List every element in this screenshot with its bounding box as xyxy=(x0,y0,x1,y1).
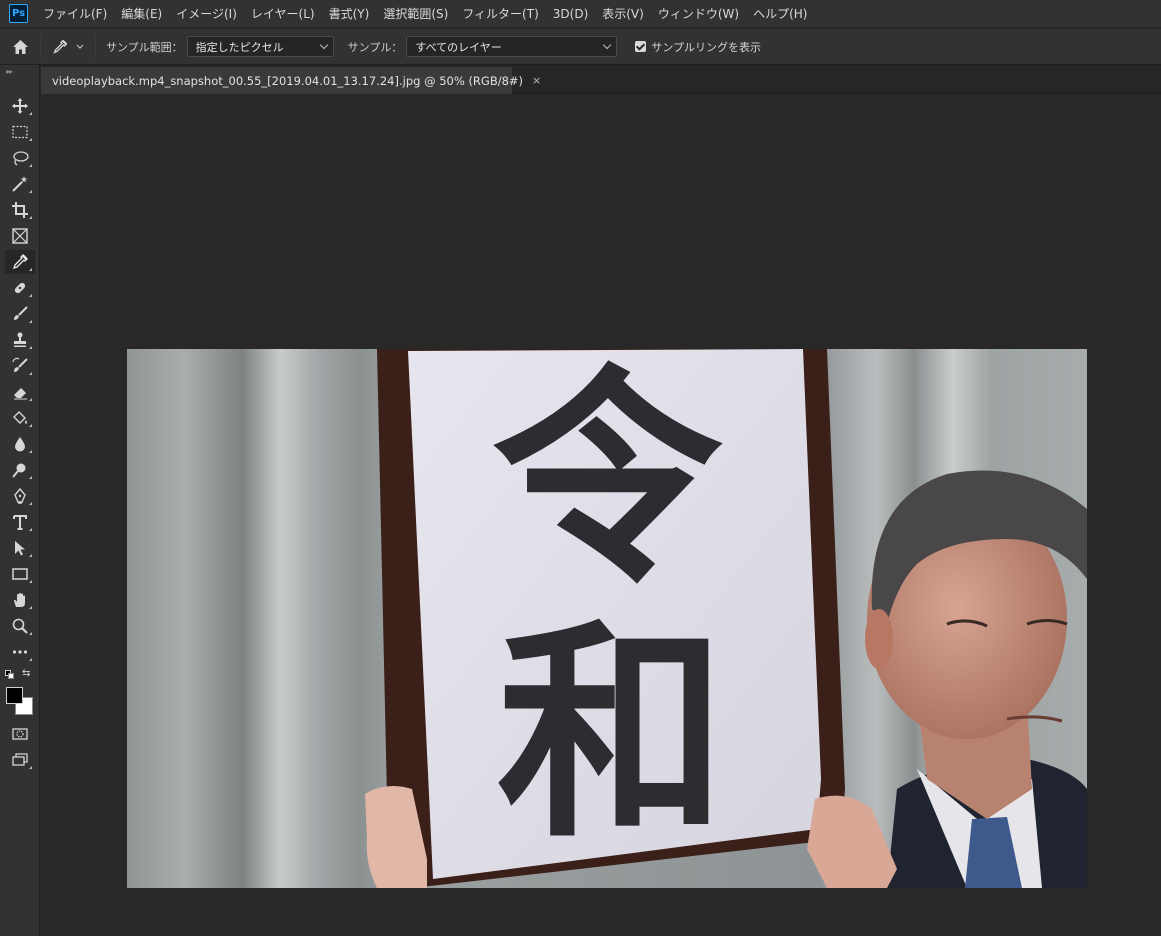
healing-brush-tool-icon[interactable] xyxy=(5,276,35,300)
home-button[interactable] xyxy=(0,29,40,64)
foreground-color-swatch[interactable] xyxy=(6,687,23,704)
document-image[interactable]: 令 和 xyxy=(127,349,1087,888)
menu-select[interactable]: 選択範囲(S) xyxy=(376,0,455,28)
lasso-tool-icon[interactable] xyxy=(5,146,35,170)
eraser-tool-icon[interactable] xyxy=(5,380,35,404)
chevron-down-icon xyxy=(76,44,84,49)
tools-panel: ▸▸ ⇆ xyxy=(0,65,40,936)
options-separator xyxy=(95,34,96,59)
history-brush-tool-icon[interactable] xyxy=(5,354,35,378)
chevron-down-icon xyxy=(319,40,328,50)
type-tool-icon[interactable] xyxy=(5,510,35,534)
photoshop-logo: Ps xyxy=(9,4,28,23)
swap-colors-icon[interactable]: ⇆ xyxy=(22,668,30,679)
eyedropper-tool-icon[interactable] xyxy=(5,250,35,274)
chevron-down-icon xyxy=(603,40,612,50)
frame-tool-icon[interactable] xyxy=(5,224,35,248)
crop-tool-icon[interactable] xyxy=(5,198,35,222)
zoom-tool-icon[interactable] xyxy=(5,614,35,638)
sample-value: すべてのレイヤー xyxy=(415,40,502,54)
document-tab[interactable]: videoplayback.mp4_snapshot_00.55_[2019.0… xyxy=(41,67,541,94)
panel-grip-icon[interactable]: ▸▸ xyxy=(6,67,13,76)
sample-size-value: 指定したピクセル xyxy=(195,40,284,54)
hand-tool-icon[interactable] xyxy=(5,588,35,612)
blur-tool-icon[interactable] xyxy=(5,432,35,456)
show-sampling-ring-checkbox[interactable] xyxy=(635,41,647,52)
rectangle-tool-icon[interactable] xyxy=(5,562,35,586)
more-tools-icon[interactable] xyxy=(5,640,35,664)
default-colors-icon[interactable] xyxy=(5,670,15,680)
dodge-tool-icon[interactable] xyxy=(5,458,35,482)
paint-bucket-tool-icon[interactable] xyxy=(5,406,35,430)
show-sampling-ring-label: サンプルリングを表示 xyxy=(651,40,762,54)
sample-size-select[interactable]: 指定したピクセル xyxy=(186,36,334,57)
kanji-rei-text: 令 xyxy=(492,349,723,614)
menu-bar: Ps ファイル(F) 編集(E) イメージ(I) レイヤー(L) 書式(Y) 選… xyxy=(0,0,1161,28)
sample-label: サンプル： xyxy=(347,40,403,54)
document-tab-bar: videoplayback.mp4_snapshot_00.55_[2019.0… xyxy=(40,65,1161,94)
menu-file[interactable]: ファイル(F) xyxy=(36,0,114,28)
menu-filter[interactable]: フィルター(T) xyxy=(455,0,545,28)
kanji-wa-text: 和 xyxy=(497,599,727,869)
options-bar: サンプル範囲： 指定したピクセル サンプル： すべてのレイヤー サンプルリングを… xyxy=(0,28,1161,65)
sample-select[interactable]: すべてのレイヤー xyxy=(406,36,618,57)
pen-tool-icon[interactable] xyxy=(5,484,35,508)
home-icon xyxy=(12,39,28,54)
canvas-workspace[interactable]: 令 和 xyxy=(40,94,1161,936)
tool-preset-picker[interactable] xyxy=(41,29,95,64)
menu-type[interactable]: 書式(Y) xyxy=(322,0,377,28)
menu-image[interactable]: イメージ(I) xyxy=(169,0,244,28)
menu-layer[interactable]: レイヤー(L) xyxy=(244,0,322,28)
menu-view[interactable]: 表示(V) xyxy=(595,0,651,28)
screen-mode-icon[interactable] xyxy=(5,748,35,772)
eyedropper-icon xyxy=(53,39,68,54)
quick-mask-icon[interactable] xyxy=(5,722,35,746)
sample-size-label: サンプル範囲： xyxy=(106,40,183,54)
clone-stamp-tool-icon[interactable] xyxy=(5,328,35,352)
menu-edit[interactable]: 編集(E) xyxy=(114,0,169,28)
menu-help[interactable]: ヘルプ(H) xyxy=(746,0,814,28)
menu-3d[interactable]: 3D(D) xyxy=(546,0,595,28)
menu-window[interactable]: ウィンドウ(W) xyxy=(651,0,746,28)
photo-reiwa-announcement: 令 和 xyxy=(127,349,1087,888)
magic-wand-tool-icon[interactable] xyxy=(5,172,35,196)
move-tool-icon[interactable] xyxy=(5,94,35,118)
path-selection-tool-icon[interactable] xyxy=(5,536,35,560)
marquee-tool-icon[interactable] xyxy=(5,120,35,144)
document-tab-title: videoplayback.mp4_snapshot_00.55_[2019.0… xyxy=(52,73,524,88)
close-icon[interactable]: × xyxy=(532,74,541,87)
brush-tool-icon[interactable] xyxy=(5,302,35,326)
